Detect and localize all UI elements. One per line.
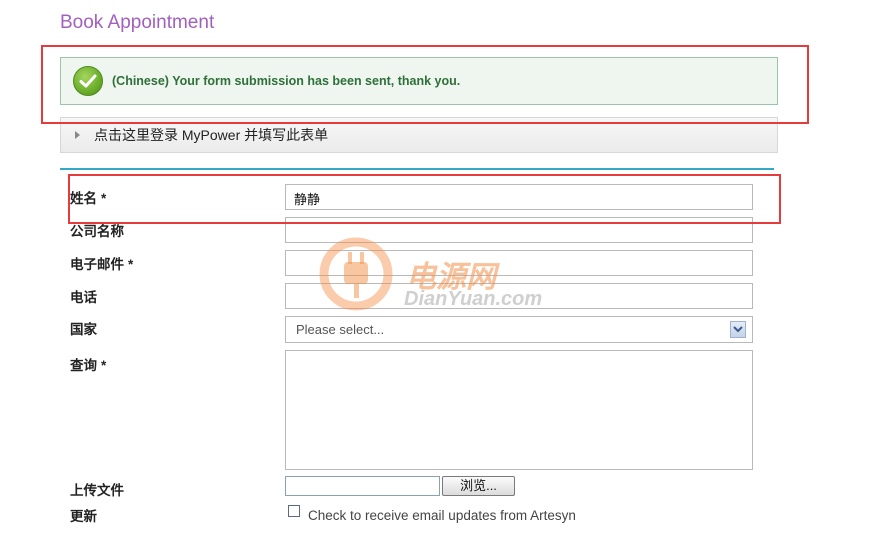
- check-circle-icon: [73, 66, 103, 96]
- book-appointment-page: Book Appointment (Chinese) Your form sub…: [0, 0, 888, 551]
- inquiry-label: 查询 *: [70, 358, 107, 373]
- country-select-value: Please select...: [296, 322, 385, 337]
- country-select[interactable]: Please select...: [285, 316, 753, 343]
- upload-label: 上传文件: [70, 483, 124, 498]
- page-title: Book Appointment: [60, 12, 215, 33]
- email-label: 电子邮件 *: [70, 257, 134, 272]
- company-input[interactable]: [285, 217, 753, 243]
- required-marker: *: [101, 358, 107, 373]
- mypower-login-label: 点击这里登录 MyPower 并填写此表单: [94, 127, 329, 143]
- phone-label: 电话: [70, 290, 97, 305]
- browse-button[interactable]: 浏览...: [442, 476, 515, 496]
- required-marker: *: [101, 191, 107, 206]
- success-message-text: (Chinese) Your form submission has been …: [112, 74, 461, 88]
- updates-label: 更新: [70, 509, 97, 524]
- name-label: 姓名 *: [70, 191, 107, 206]
- country-label: 国家: [70, 322, 97, 337]
- required-marker: *: [128, 257, 134, 272]
- name-input-value: 静静: [294, 192, 321, 207]
- caret-right-icon: [75, 131, 80, 139]
- mypower-login-bar[interactable]: 点击这里登录 MyPower 并填写此表单: [60, 117, 778, 153]
- name-input[interactable]: 静静: [285, 184, 753, 210]
- chevron-down-icon[interactable]: [730, 321, 746, 338]
- email-updates-checkbox[interactable]: [288, 505, 300, 517]
- phone-input[interactable]: [285, 283, 753, 309]
- email-input[interactable]: [285, 250, 753, 276]
- section-divider: [60, 168, 774, 170]
- success-message-box: (Chinese) Your form submission has been …: [60, 57, 778, 105]
- file-path-input[interactable]: [285, 476, 440, 496]
- inquiry-textarea[interactable]: [285, 350, 753, 470]
- company-label: 公司名称: [70, 224, 124, 239]
- email-updates-label[interactable]: Check to receive email updates from Arte…: [308, 508, 576, 523]
